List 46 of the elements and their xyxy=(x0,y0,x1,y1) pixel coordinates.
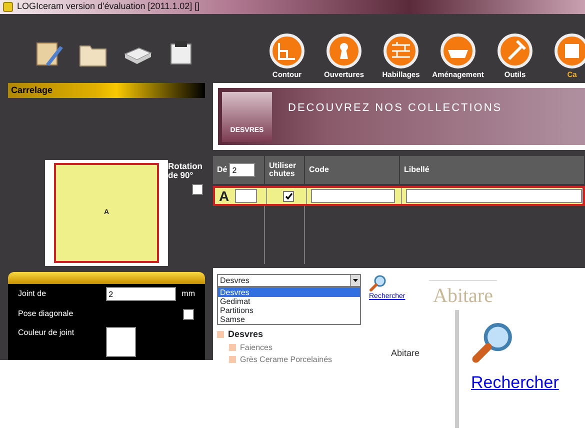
color-swatch[interactable] xyxy=(106,327,136,357)
column-header: Code xyxy=(309,164,329,176)
dropdown-option[interactable]: Gedimat xyxy=(218,297,360,306)
tree-item[interactable]: Grès Ceramе Porcelainés xyxy=(240,354,332,366)
tree-item[interactable]: Desvres xyxy=(228,328,264,342)
cell-field[interactable] xyxy=(235,189,258,203)
app-icon xyxy=(3,2,13,12)
bathtub-icon xyxy=(440,32,476,69)
supplier-dropdown[interactable]: Desvres xyxy=(217,274,361,287)
tile-letter: A xyxy=(219,186,230,206)
rotation-label: Rotation de 90° xyxy=(168,162,204,180)
diagonal-checkbox[interactable] xyxy=(183,308,194,320)
keyhole-icon xyxy=(326,32,362,69)
diagonal-label: Pose diagonale xyxy=(18,308,74,320)
tile-icon xyxy=(554,32,585,69)
column-header: Utiliser chutes xyxy=(269,162,298,178)
dropdown-option[interactable]: Desvres xyxy=(218,288,360,297)
column-header: Libellé xyxy=(404,164,430,176)
label-field[interactable] xyxy=(406,189,582,203)
swatch-icon xyxy=(229,344,236,351)
search-link[interactable]: Rechercher xyxy=(471,370,559,396)
brand-caption: Abitare xyxy=(391,347,420,360)
dropdown-option[interactable]: Samse xyxy=(218,315,360,324)
floor-plan-icon xyxy=(269,32,305,69)
joint-color-label: Couleur de joint xyxy=(18,327,76,339)
hammer-icon xyxy=(497,32,533,69)
rotation-checkbox[interactable] xyxy=(192,184,203,195)
swatch-icon xyxy=(229,356,236,363)
column-header: Dé xyxy=(217,164,228,176)
window-title: LOGIceram version d'évaluation [2011.1.02] [] xyxy=(17,0,200,14)
brick-wall-icon xyxy=(383,32,419,69)
joint-field[interactable]: 2 xyxy=(106,287,176,301)
search-icon[interactable] xyxy=(471,320,515,364)
chutes-checkbox[interactable] xyxy=(283,190,294,202)
offset-field[interactable]: 2 xyxy=(229,163,256,177)
tree-item[interactable]: Faiences xyxy=(240,342,272,354)
check-icon xyxy=(284,192,292,200)
panel-title: Carrelage xyxy=(8,83,205,98)
search-icon[interactable] xyxy=(369,274,387,292)
unit-label: mm xyxy=(182,288,195,300)
banner-headline: DECOUVREZ NOS COLLECTIONS xyxy=(288,101,502,116)
joint-label: Joint de xyxy=(18,288,48,300)
code-field[interactable] xyxy=(311,189,395,203)
table-row[interactable]: A xyxy=(213,186,585,206)
dropdown-option[interactable]: Partitions xyxy=(218,306,360,315)
swatch-icon xyxy=(217,331,224,338)
